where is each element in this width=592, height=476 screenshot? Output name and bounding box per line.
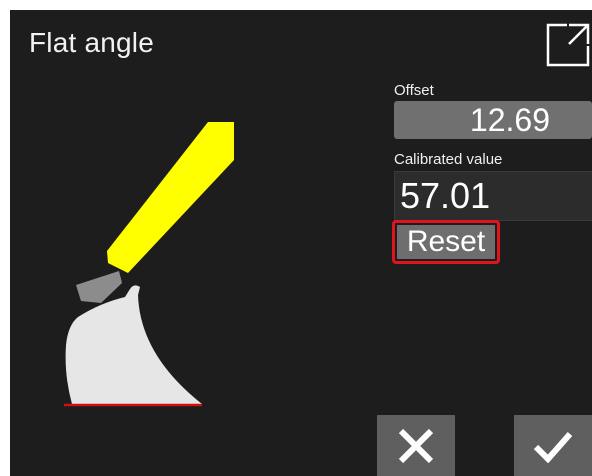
bucket-shape [65,285,202,404]
page-title: Flat angle [29,27,154,58]
calibrated-value-field[interactable]: 57.01 [394,171,592,221]
excavator-bucket-illustration [64,122,234,407]
cancel-button[interactable] [377,415,455,476]
confirm-button[interactable] [514,415,592,476]
reset-button-label: Reset [397,225,495,259]
expand-button[interactable] [545,22,591,68]
arm-shape [107,122,234,273]
calibrated-value-label: Calibrated value [394,151,503,168]
open-external-icon [546,23,590,67]
offset-label: Offset [394,82,434,99]
reset-button[interactable]: Reset [392,220,500,264]
close-icon [398,429,434,463]
offset-value: 12.69 [394,101,592,139]
check-icon [533,432,573,463]
calibration-screen: Flat angle Offset 12.69 Calibrated value… [10,10,592,476]
link-shape [76,271,122,303]
